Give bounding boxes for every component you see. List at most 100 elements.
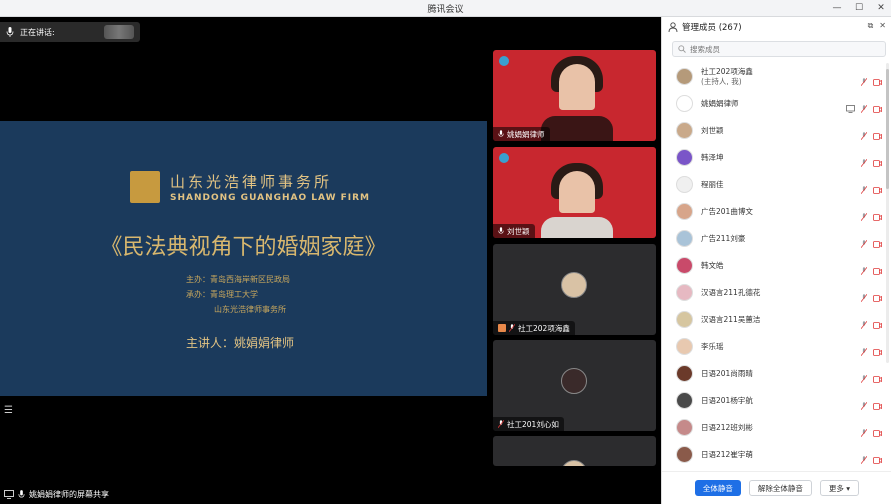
member-actions xyxy=(860,233,882,252)
microphone-muted-icon[interactable] xyxy=(860,314,868,333)
camera-off-icon[interactable] xyxy=(873,179,882,198)
microphone-muted-icon[interactable] xyxy=(860,395,868,414)
camera-off-icon[interactable] xyxy=(873,125,882,144)
member-name: 社工202项海鑫 (主持人, 我) xyxy=(701,67,753,87)
member-row[interactable]: 日语212班刘彬 xyxy=(662,414,891,441)
avatar xyxy=(676,122,693,139)
video-thumb[interactable]: 社工202项海鑫 xyxy=(493,244,656,335)
poster-badge xyxy=(499,56,509,66)
member-row[interactable]: 刘世颖 xyxy=(662,117,891,144)
camera-off-icon[interactable] xyxy=(873,314,882,333)
unmute-all-button[interactable]: 解除全体静音 xyxy=(748,480,812,496)
microphone-muted-icon[interactable] xyxy=(860,125,868,144)
video-thumb[interactable] xyxy=(493,436,656,466)
camera-off-icon[interactable] xyxy=(873,341,882,360)
microphone-muted-icon[interactable] xyxy=(860,71,868,90)
avatar xyxy=(676,149,693,166)
microphone-muted-icon[interactable] xyxy=(860,260,868,279)
maximize-icon[interactable]: ☐ xyxy=(853,1,865,15)
member-actions xyxy=(860,152,882,171)
minimize-icon[interactable]: — xyxy=(831,1,843,15)
camera-off-icon[interactable] xyxy=(873,422,882,441)
camera-off-icon[interactable] xyxy=(873,449,882,468)
camera-off-icon[interactable] xyxy=(873,287,882,306)
microphone-muted-icon[interactable] xyxy=(860,287,868,306)
camera-off-icon[interactable] xyxy=(873,233,882,252)
organizer-text: 主办：青岛西海岸新区民政局 xyxy=(186,275,290,284)
thumb-namebar: 刘世颖 xyxy=(493,224,535,238)
member-row[interactable]: 程丽佳 xyxy=(662,171,891,198)
member-name: 程丽佳 xyxy=(701,180,724,190)
member-row[interactable]: 广告211刘豪 xyxy=(662,225,891,252)
avatar xyxy=(676,311,693,328)
member-name: 李乐瑶 xyxy=(701,342,724,352)
microphone-muted-icon[interactable] xyxy=(860,449,868,468)
microphone-muted-icon[interactable] xyxy=(860,98,868,117)
thumb-namebar: 姚娟娟律师 xyxy=(493,127,550,141)
speaker-text: 主讲人：姚娟娟律师 xyxy=(186,336,295,350)
avatar xyxy=(676,257,693,274)
microphone-muted-icon[interactable] xyxy=(860,152,868,171)
camera-off-icon[interactable] xyxy=(873,98,882,117)
camera-off-icon[interactable] xyxy=(873,206,882,225)
camera-off-icon[interactable] xyxy=(873,395,882,414)
microphone-muted-icon[interactable] xyxy=(860,233,868,252)
microphone-muted-icon xyxy=(509,324,515,332)
member-row[interactable]: 日语212崔宇萌 xyxy=(662,441,891,468)
member-row[interactable]: 日语201尚雨晴 xyxy=(662,360,891,387)
member-name: 汉语言211孔德花 xyxy=(701,288,760,298)
member-row[interactable]: 韩文皓 xyxy=(662,252,891,279)
camera-off-icon[interactable] xyxy=(873,260,882,279)
mute-all-button[interactable]: 全体静音 xyxy=(694,480,741,496)
popout-icon[interactable]: ⧉ xyxy=(868,21,874,31)
microphone-muted-icon[interactable] xyxy=(860,368,868,387)
video-thumb[interactable]: 社工201刘心如 xyxy=(493,340,656,431)
member-name-text: 汉语言211孔德花 xyxy=(701,287,761,297)
member-name-text: 韩泽坤 xyxy=(701,152,724,162)
close-icon[interactable]: ✕ xyxy=(879,21,886,31)
microphone-icon xyxy=(18,489,25,497)
member-row[interactable]: 韩泽坤 xyxy=(662,144,891,171)
camera-off-icon[interactable] xyxy=(873,152,882,171)
avatar xyxy=(676,365,693,382)
scrollbar-thumb[interactable] xyxy=(886,69,889,189)
member-row[interactable]: 汉语言211孔德花 xyxy=(662,279,891,306)
camera-off-icon[interactable] xyxy=(873,71,882,90)
member-actions xyxy=(860,422,882,441)
member-actions xyxy=(860,71,882,90)
firm-name-cn: 山东光浩律师事务所 xyxy=(170,173,333,191)
video-thumb[interactable]: 刘世颖 xyxy=(493,147,656,238)
microphone-muted-icon[interactable] xyxy=(860,341,868,360)
member-row[interactable]: 姚娟娟律师 xyxy=(662,90,891,117)
member-actions xyxy=(846,98,882,117)
slide-headline: 《民法典视角下的婚姻家庭》 xyxy=(100,235,387,260)
search-input[interactable] xyxy=(690,44,870,54)
member-actions xyxy=(860,341,882,360)
camera-off-icon[interactable] xyxy=(873,368,882,387)
member-row[interactable]: 李乐瑶 xyxy=(662,333,891,360)
speaking-indicator: 正在讲话: xyxy=(0,22,140,42)
member-row[interactable]: 日语201杨宇航 xyxy=(662,387,891,414)
more-button[interactable]: 更多 ▾ xyxy=(819,480,860,496)
screen-share-label: 姚娟娟律师的屏幕共享 xyxy=(0,485,109,503)
microphone-muted-icon[interactable] xyxy=(860,179,868,198)
avatar xyxy=(676,230,693,247)
thumb-namebar: 社工201刘心如 xyxy=(493,417,564,431)
video-thumb[interactable]: 姚娟娟律师 xyxy=(493,50,656,141)
member-actions xyxy=(860,368,882,387)
menu-list-icon[interactable]: ☰ xyxy=(4,405,13,416)
member-name-text: 姚娟娟律师 xyxy=(701,98,739,108)
microphone-muted-icon[interactable] xyxy=(860,422,868,441)
member-search[interactable] xyxy=(672,41,886,57)
member-name-text: 程丽佳 xyxy=(701,179,724,189)
member-row[interactable]: 汉语言211吴蕙洁 xyxy=(662,306,891,333)
host-text-1: 承办：青岛理工大学 xyxy=(186,290,258,299)
microphone-muted-icon[interactable] xyxy=(860,206,868,225)
window-title: 腾讯会议 xyxy=(427,5,464,15)
avatar xyxy=(676,203,693,220)
member-row[interactable]: 广告201曲博文 xyxy=(662,198,891,225)
avatar xyxy=(676,419,693,436)
member-actions xyxy=(860,260,882,279)
close-icon[interactable]: ✕ xyxy=(875,1,887,15)
member-row[interactable]: 社工202项海鑫 (主持人, 我) xyxy=(662,63,891,90)
